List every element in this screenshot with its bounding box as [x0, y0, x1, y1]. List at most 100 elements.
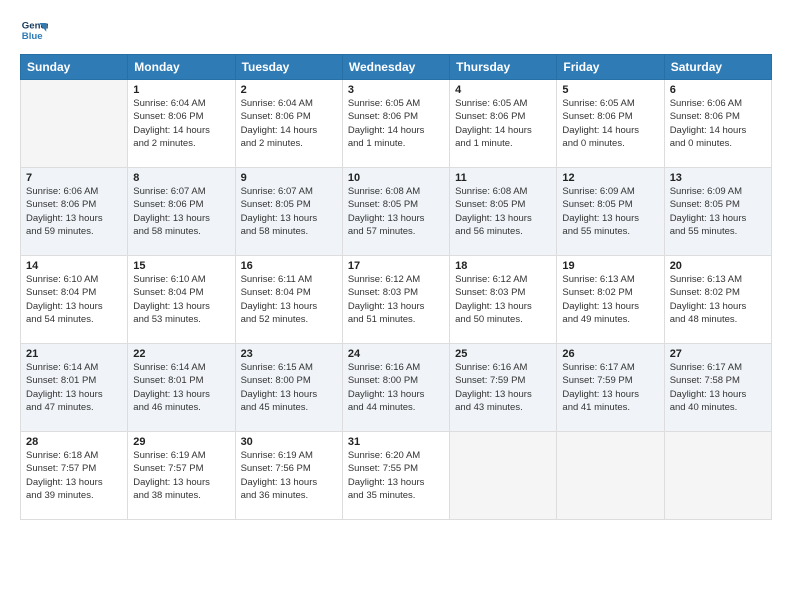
- day-cell: 21Sunrise: 6:14 AM Sunset: 8:01 PM Dayli…: [21, 344, 128, 432]
- day-cell: 1Sunrise: 6:04 AM Sunset: 8:06 PM Daylig…: [128, 80, 235, 168]
- day-cell: 6Sunrise: 6:06 AM Sunset: 8:06 PM Daylig…: [664, 80, 771, 168]
- day-number: 28: [26, 436, 122, 448]
- day-number: 23: [241, 348, 337, 360]
- day-info: Sunrise: 6:14 AM Sunset: 8:01 PM Dayligh…: [133, 361, 229, 414]
- day-cell: [557, 432, 664, 520]
- day-number: 7: [26, 172, 122, 184]
- day-number: 8: [133, 172, 229, 184]
- day-number: 14: [26, 260, 122, 272]
- week-row-0: 1Sunrise: 6:04 AM Sunset: 8:06 PM Daylig…: [21, 80, 772, 168]
- day-cell: 10Sunrise: 6:08 AM Sunset: 8:05 PM Dayli…: [342, 168, 449, 256]
- day-number: 18: [455, 260, 551, 272]
- day-info: Sunrise: 6:16 AM Sunset: 8:00 PM Dayligh…: [348, 361, 444, 414]
- day-cell: 29Sunrise: 6:19 AM Sunset: 7:57 PM Dayli…: [128, 432, 235, 520]
- day-cell: 2Sunrise: 6:04 AM Sunset: 8:06 PM Daylig…: [235, 80, 342, 168]
- day-number: 2: [241, 84, 337, 96]
- weekday-header-wednesday: Wednesday: [342, 55, 449, 80]
- header: General Blue: [20, 16, 772, 44]
- day-cell: 3Sunrise: 6:05 AM Sunset: 8:06 PM Daylig…: [342, 80, 449, 168]
- day-cell: [664, 432, 771, 520]
- day-cell: 12Sunrise: 6:09 AM Sunset: 8:05 PM Dayli…: [557, 168, 664, 256]
- day-number: 25: [455, 348, 551, 360]
- day-number: 3: [348, 84, 444, 96]
- day-cell: 7Sunrise: 6:06 AM Sunset: 8:06 PM Daylig…: [21, 168, 128, 256]
- day-info: Sunrise: 6:04 AM Sunset: 8:06 PM Dayligh…: [133, 97, 229, 150]
- day-number: 29: [133, 436, 229, 448]
- weekday-header-saturday: Saturday: [664, 55, 771, 80]
- day-number: 12: [562, 172, 658, 184]
- day-number: 6: [670, 84, 766, 96]
- day-number: 17: [348, 260, 444, 272]
- day-cell: 16Sunrise: 6:11 AM Sunset: 8:04 PM Dayli…: [235, 256, 342, 344]
- day-cell: 24Sunrise: 6:16 AM Sunset: 8:00 PM Dayli…: [342, 344, 449, 432]
- day-info: Sunrise: 6:13 AM Sunset: 8:02 PM Dayligh…: [562, 273, 658, 326]
- day-info: Sunrise: 6:09 AM Sunset: 8:05 PM Dayligh…: [562, 185, 658, 238]
- day-number: 4: [455, 84, 551, 96]
- calendar-page: General Blue SundayMondayTuesdayWednesda…: [0, 0, 792, 612]
- day-info: Sunrise: 6:05 AM Sunset: 8:06 PM Dayligh…: [455, 97, 551, 150]
- calendar-table: SundayMondayTuesdayWednesdayThursdayFrid…: [20, 54, 772, 520]
- day-info: Sunrise: 6:05 AM Sunset: 8:06 PM Dayligh…: [348, 97, 444, 150]
- day-info: Sunrise: 6:19 AM Sunset: 7:57 PM Dayligh…: [133, 449, 229, 502]
- day-number: 21: [26, 348, 122, 360]
- day-info: Sunrise: 6:13 AM Sunset: 8:02 PM Dayligh…: [670, 273, 766, 326]
- day-info: Sunrise: 6:09 AM Sunset: 8:05 PM Dayligh…: [670, 185, 766, 238]
- day-info: Sunrise: 6:07 AM Sunset: 8:06 PM Dayligh…: [133, 185, 229, 238]
- day-number: 22: [133, 348, 229, 360]
- weekday-header-tuesday: Tuesday: [235, 55, 342, 80]
- day-number: 13: [670, 172, 766, 184]
- logo: General Blue: [20, 16, 48, 44]
- day-cell: 9Sunrise: 6:07 AM Sunset: 8:05 PM Daylig…: [235, 168, 342, 256]
- day-cell: 26Sunrise: 6:17 AM Sunset: 7:59 PM Dayli…: [557, 344, 664, 432]
- day-cell: 30Sunrise: 6:19 AM Sunset: 7:56 PM Dayli…: [235, 432, 342, 520]
- day-info: Sunrise: 6:12 AM Sunset: 8:03 PM Dayligh…: [348, 273, 444, 326]
- day-cell: 15Sunrise: 6:10 AM Sunset: 8:04 PM Dayli…: [128, 256, 235, 344]
- day-number: 19: [562, 260, 658, 272]
- day-cell: [450, 432, 557, 520]
- day-cell: 27Sunrise: 6:17 AM Sunset: 7:58 PM Dayli…: [664, 344, 771, 432]
- day-cell: 17Sunrise: 6:12 AM Sunset: 8:03 PM Dayli…: [342, 256, 449, 344]
- day-info: Sunrise: 6:17 AM Sunset: 7:58 PM Dayligh…: [670, 361, 766, 414]
- day-cell: 13Sunrise: 6:09 AM Sunset: 8:05 PM Dayli…: [664, 168, 771, 256]
- day-info: Sunrise: 6:16 AM Sunset: 7:59 PM Dayligh…: [455, 361, 551, 414]
- day-info: Sunrise: 6:17 AM Sunset: 7:59 PM Dayligh…: [562, 361, 658, 414]
- day-number: 5: [562, 84, 658, 96]
- week-row-3: 21Sunrise: 6:14 AM Sunset: 8:01 PM Dayli…: [21, 344, 772, 432]
- svg-text:Blue: Blue: [22, 31, 43, 42]
- day-number: 15: [133, 260, 229, 272]
- day-cell: [21, 80, 128, 168]
- day-cell: 4Sunrise: 6:05 AM Sunset: 8:06 PM Daylig…: [450, 80, 557, 168]
- day-number: 20: [670, 260, 766, 272]
- day-cell: 8Sunrise: 6:07 AM Sunset: 8:06 PM Daylig…: [128, 168, 235, 256]
- day-info: Sunrise: 6:12 AM Sunset: 8:03 PM Dayligh…: [455, 273, 551, 326]
- day-info: Sunrise: 6:08 AM Sunset: 8:05 PM Dayligh…: [348, 185, 444, 238]
- day-cell: 5Sunrise: 6:05 AM Sunset: 8:06 PM Daylig…: [557, 80, 664, 168]
- day-number: 10: [348, 172, 444, 184]
- day-number: 16: [241, 260, 337, 272]
- day-number: 1: [133, 84, 229, 96]
- day-info: Sunrise: 6:06 AM Sunset: 8:06 PM Dayligh…: [670, 97, 766, 150]
- weekday-header-row: SundayMondayTuesdayWednesdayThursdayFrid…: [21, 55, 772, 80]
- day-cell: 25Sunrise: 6:16 AM Sunset: 7:59 PM Dayli…: [450, 344, 557, 432]
- day-cell: 19Sunrise: 6:13 AM Sunset: 8:02 PM Dayli…: [557, 256, 664, 344]
- week-row-2: 14Sunrise: 6:10 AM Sunset: 8:04 PM Dayli…: [21, 256, 772, 344]
- day-number: 26: [562, 348, 658, 360]
- day-cell: 22Sunrise: 6:14 AM Sunset: 8:01 PM Dayli…: [128, 344, 235, 432]
- day-info: Sunrise: 6:10 AM Sunset: 8:04 PM Dayligh…: [26, 273, 122, 326]
- day-info: Sunrise: 6:10 AM Sunset: 8:04 PM Dayligh…: [133, 273, 229, 326]
- day-info: Sunrise: 6:19 AM Sunset: 7:56 PM Dayligh…: [241, 449, 337, 502]
- day-info: Sunrise: 6:14 AM Sunset: 8:01 PM Dayligh…: [26, 361, 122, 414]
- day-cell: 18Sunrise: 6:12 AM Sunset: 8:03 PM Dayli…: [450, 256, 557, 344]
- logo-icon: General Blue: [20, 16, 48, 44]
- day-info: Sunrise: 6:07 AM Sunset: 8:05 PM Dayligh…: [241, 185, 337, 238]
- week-row-1: 7Sunrise: 6:06 AM Sunset: 8:06 PM Daylig…: [21, 168, 772, 256]
- day-cell: 31Sunrise: 6:20 AM Sunset: 7:55 PM Dayli…: [342, 432, 449, 520]
- day-number: 11: [455, 172, 551, 184]
- weekday-header-friday: Friday: [557, 55, 664, 80]
- day-info: Sunrise: 6:05 AM Sunset: 8:06 PM Dayligh…: [562, 97, 658, 150]
- week-row-4: 28Sunrise: 6:18 AM Sunset: 7:57 PM Dayli…: [21, 432, 772, 520]
- day-info: Sunrise: 6:08 AM Sunset: 8:05 PM Dayligh…: [455, 185, 551, 238]
- day-info: Sunrise: 6:04 AM Sunset: 8:06 PM Dayligh…: [241, 97, 337, 150]
- weekday-header-sunday: Sunday: [21, 55, 128, 80]
- day-number: 27: [670, 348, 766, 360]
